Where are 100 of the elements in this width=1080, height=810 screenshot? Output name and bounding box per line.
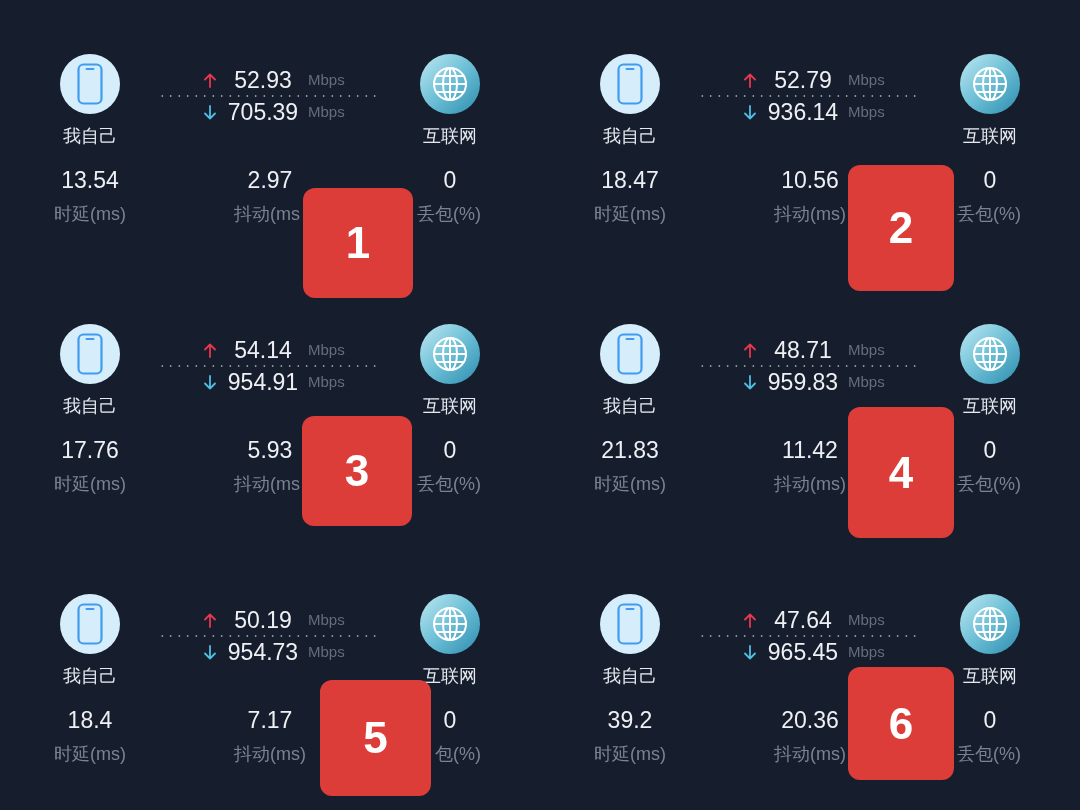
packet-loss-label: 丢包(%) <box>957 473 1021 495</box>
download-speed: 954.91 <box>226 368 300 396</box>
speed-unit: Mbps <box>308 103 345 121</box>
number-badge: 4 <box>848 407 954 538</box>
latency-label: 时延(ms) <box>594 473 666 495</box>
internet-label: 互联网 <box>963 395 1017 417</box>
download-speed: 936.14 <box>766 98 840 126</box>
up-arrow-icon <box>744 612 756 628</box>
number-badge: 6 <box>848 667 954 780</box>
speed-unit: Mbps <box>848 373 885 391</box>
up-arrow-icon <box>204 612 216 628</box>
packet-loss-label: 丢包(%) <box>417 473 481 495</box>
globe-icon <box>420 594 480 654</box>
upload-speed: 52.93 <box>233 66 293 94</box>
speed-unit: Mbps <box>308 373 345 391</box>
jitter-value: 7.17 <box>247 706 293 734</box>
device-label: 我自己 <box>603 125 657 147</box>
jitter-label: 抖动(ms) <box>774 473 846 495</box>
down-arrow-icon <box>204 374 216 390</box>
jitter-value: 10.56 <box>781 166 839 194</box>
latency-value: 18.4 <box>67 706 113 734</box>
jitter-label: 抖动(ms <box>234 473 300 495</box>
upload-speed: 52.79 <box>773 66 833 94</box>
packet-loss-value: 0 <box>983 436 997 464</box>
upload-speed: 54.14 <box>233 336 293 364</box>
down-arrow-icon <box>204 644 216 660</box>
packet-loss-value: 0 <box>443 706 457 734</box>
jitter-value: 11.42 <box>782 436 838 464</box>
upload-speed: 48.71 <box>773 336 833 364</box>
globe-icon <box>420 54 480 114</box>
down-arrow-icon <box>744 104 756 120</box>
upload-speed: 50.19 <box>233 606 293 634</box>
speed-unit: Mbps <box>848 341 885 359</box>
packet-loss-value: 0 <box>983 166 997 194</box>
latency-label: 时延(ms) <box>594 203 666 225</box>
internet-label: 互联网 <box>423 395 477 417</box>
latency-value: 39.2 <box>607 706 653 734</box>
packet-loss-value: 0 <box>443 436 457 464</box>
jitter-label: 抖动(ms) <box>234 743 306 765</box>
speed-unit: Mbps <box>308 611 345 629</box>
jitter-label: 抖动(ms) <box>774 203 846 225</box>
number-badge: 3 <box>302 416 412 526</box>
latency-value: 13.54 <box>61 166 119 194</box>
packet-loss-value: 0 <box>983 706 997 734</box>
phone-icon <box>600 324 660 384</box>
up-arrow-icon <box>744 72 756 88</box>
speed-unit: Mbps <box>308 341 345 359</box>
speed-unit: Mbps <box>848 71 885 89</box>
up-arrow-icon <box>204 342 216 358</box>
speed-unit: Mbps <box>848 611 885 629</box>
device-label: 我自己 <box>63 665 117 687</box>
jitter-value: 5.93 <box>247 436 293 464</box>
number-badge: 2 <box>848 165 954 291</box>
down-arrow-icon <box>204 104 216 120</box>
packet-loss-label: 丢包(%) <box>417 203 481 225</box>
device-label: 我自己 <box>63 125 117 147</box>
phone-icon <box>600 54 660 114</box>
latency-label: 时延(ms) <box>54 473 126 495</box>
down-arrow-icon <box>744 374 756 390</box>
latency-label: 时延(ms) <box>54 743 126 765</box>
jitter-label: 抖动(ms <box>234 203 300 225</box>
packet-loss-label: 丢包(%) <box>957 743 1021 765</box>
jitter-label: 抖动(ms) <box>774 743 846 765</box>
number-badge: 1 <box>303 188 413 298</box>
speed-unit: Mbps <box>848 643 885 661</box>
packet-loss-label: 丢包(%) <box>957 203 1021 225</box>
phone-icon <box>600 594 660 654</box>
latency-value: 21.83 <box>601 436 659 464</box>
phone-icon <box>60 594 120 654</box>
latency-value: 17.76 <box>61 436 119 464</box>
globe-icon <box>960 594 1020 654</box>
up-arrow-icon <box>744 342 756 358</box>
download-speed: 965.45 <box>766 638 840 666</box>
device-label: 我自己 <box>63 395 117 417</box>
globe-icon <box>960 54 1020 114</box>
speed-unit: Mbps <box>308 71 345 89</box>
latency-label: 时延(ms) <box>54 203 126 225</box>
speed-unit: Mbps <box>848 103 885 121</box>
download-speed: 959.83 <box>766 368 840 396</box>
phone-icon <box>60 54 120 114</box>
download-speed: 705.39 <box>226 98 300 126</box>
jitter-value: 2.97 <box>247 166 293 194</box>
globe-icon <box>420 324 480 384</box>
download-speed: 954.73 <box>226 638 300 666</box>
phone-icon <box>60 324 120 384</box>
packet-loss-label: 包(%) <box>435 743 481 765</box>
internet-label: 互联网 <box>963 665 1017 687</box>
device-label: 我自己 <box>603 395 657 417</box>
latency-label: 时延(ms) <box>594 743 666 765</box>
internet-label: 互联网 <box>423 125 477 147</box>
packet-loss-value: 0 <box>443 166 457 194</box>
up-arrow-icon <box>204 72 216 88</box>
device-label: 我自己 <box>603 665 657 687</box>
globe-icon <box>960 324 1020 384</box>
latency-value: 18.47 <box>601 166 659 194</box>
speed-unit: Mbps <box>308 643 345 661</box>
jitter-value: 20.36 <box>781 706 839 734</box>
down-arrow-icon <box>744 644 756 660</box>
upload-speed: 47.64 <box>773 606 833 634</box>
internet-label: 互联网 <box>963 125 1017 147</box>
